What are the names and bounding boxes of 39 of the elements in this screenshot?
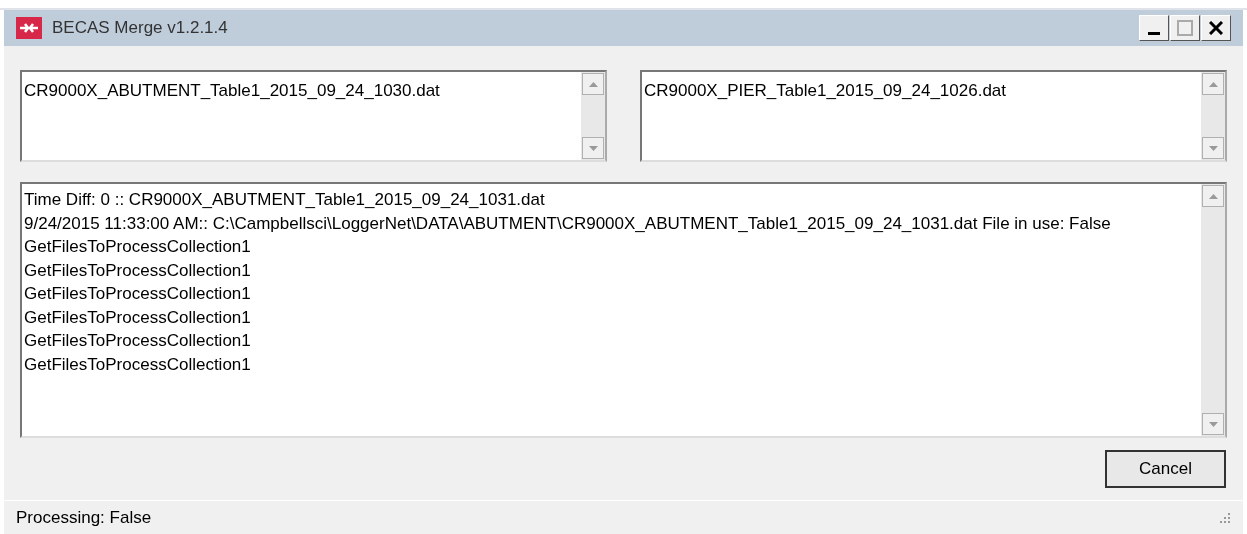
log-line: GetFilesToProcessCollection1: [24, 353, 252, 376]
scroll-arrow-button[interactable]: [1202, 73, 1224, 95]
close-button[interactable]: [1201, 15, 1231, 41]
down-arrow-icon: [1208, 421, 1218, 427]
resize-grip-icon[interactable]: [1219, 511, 1231, 524]
maximize-icon: [1177, 20, 1193, 36]
file-name: CR9000X_PIER_Table1_2015_09_24_1026.dat: [644, 81, 1007, 100]
scroll-arrow-button[interactable]: [582, 137, 604, 159]
maximize-button[interactable]: [1170, 15, 1200, 41]
log-line: GetFilesToProcessCollection1: [24, 283, 252, 305]
log-text-area[interactable]: [20, 182, 1227, 438]
app-logo-icon: [16, 17, 42, 39]
log-line: 9/24/2015 11:33:00 AM:: C:\Campbellsci\LoggerNet\DATA\ABUTMENT\CR9000X_ABUTMENT_Table1_2015_09_24_1031.dat File in use: False: [24, 212, 1112, 235]
scroll-arrow-button[interactable]: [1202, 413, 1224, 435]
close-icon: [1209, 21, 1223, 35]
scroll-arrow-button[interactable]: [1202, 137, 1224, 159]
up-arrow-icon: [1208, 81, 1218, 87]
up-arrow-icon: [588, 81, 598, 87]
scroll-arrow-button[interactable]: [1202, 185, 1224, 207]
up-arrow-icon: [1208, 193, 1218, 199]
minimize-button[interactable]: [1139, 15, 1169, 41]
scrollbar[interactable]: [1201, 184, 1225, 436]
log-line: GetFilesToProcessCollection1: [24, 306, 252, 329]
minimize-icon: [1148, 32, 1160, 35]
log-line: Time Diff: 0 :: CR9000X_ABUTMENT_Table1_2015_09_24_1031.dat: [24, 189, 546, 211]
file-list-box[interactable]: CR9000X_PIER_Table1_2015_09_24_1026.dat: [640, 70, 1227, 162]
file-name: CR9000X_ABUTMENT_Table1_2015_09_24_1030.dat: [24, 81, 440, 100]
down-arrow-icon: [588, 145, 598, 151]
scroll-arrow-button[interactable]: [582, 73, 604, 95]
cancel-button[interactable]: Cancel: [1105, 450, 1226, 488]
down-arrow-icon: [1208, 145, 1218, 151]
file-list-box[interactable]: CR9000X_ABUTMENT_Table1_2015_09_24_1030.dat: [20, 70, 607, 162]
scrollbar[interactable]: [581, 72, 605, 160]
log-line: GetFilesToProcessCollection1: [24, 330, 252, 352]
log-line: GetFilesToProcessCollection1: [24, 259, 252, 282]
status-text: Processing: False: [16, 506, 152, 529]
scrollbar[interactable]: [1201, 72, 1225, 160]
log-line: GetFilesToProcessCollection1: [24, 236, 252, 258]
window-title: BECAS Merge v1.2.1.4: [52, 17, 228, 40]
